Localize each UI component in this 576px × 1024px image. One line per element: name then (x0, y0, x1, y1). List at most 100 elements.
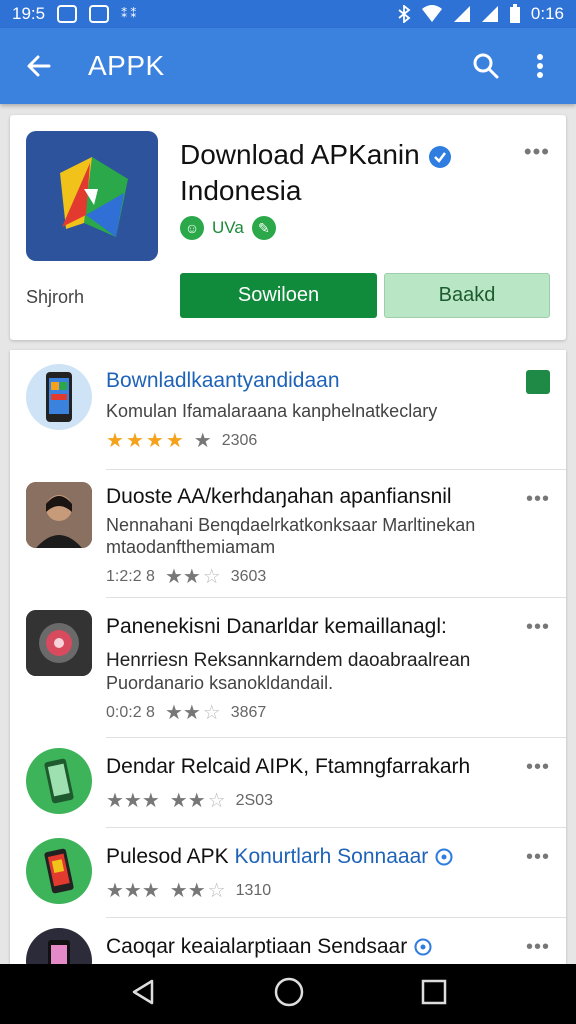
item-more-button[interactable]: ••• (526, 846, 550, 869)
item-subtitle: Nennahani Benqdaelrkatkonksaar Marltinek… (106, 515, 476, 535)
item-title-main: Pulesod APK (106, 845, 229, 868)
star-icon: ☆ (202, 702, 221, 724)
status-bar: 19:5 ⁑ ⁑ 0:16 (0, 0, 576, 28)
nav-back-button[interactable] (128, 977, 158, 1012)
more-options-button[interactable]: ••• (524, 139, 550, 165)
star-icon: ☆ (202, 566, 221, 588)
nav-home-button[interactable] (273, 976, 305, 1013)
status-time: 19:5 (12, 4, 46, 23)
rating-stars-2: ★★ ☆ (170, 878, 226, 903)
item-title-main: Caoqar keaialarptiaan Sendsaar (106, 935, 408, 958)
item-title: Panenekisni Danarldar kemaillanagl: (106, 615, 447, 638)
app-tags: ☺ UVa ✎ (180, 216, 276, 240)
search-button[interactable] (466, 46, 506, 86)
item-more-button[interactable]: ••• (526, 936, 550, 959)
verified-badge-icon (414, 938, 432, 956)
item-subtitle: Henrriesn Reksannkarndem daoabraalrean (106, 650, 471, 671)
item-count: 2306 (221, 431, 258, 449)
item-subtitle-2: mtaodanfthemiamam (106, 537, 276, 557)
app-thumbnail (26, 364, 92, 430)
list-item[interactable]: Bownladlkaantyandidaan Komulan Ifamalara… (10, 350, 566, 470)
edit-icon: ✎ (251, 216, 276, 240)
star-icon: ★★ (164, 702, 201, 724)
status-extra: ⁑ ⁑ (121, 7, 137, 21)
overflow-menu-button[interactable] (520, 46, 560, 86)
app-list: Bownladlkaantyandidaan Komulan Ifamalara… (10, 350, 566, 964)
star-icon: ★ (145, 430, 164, 452)
bluetooth-icon (398, 5, 411, 23)
phone-icon (44, 758, 74, 804)
signal-icon (453, 6, 470, 22)
list-item[interactable]: Caoqar keaialarptiaan Sendsaar ••• (10, 918, 566, 964)
wifi-icon (421, 5, 442, 22)
app-thumbnail (26, 928, 92, 964)
list-item[interactable]: Duoste AA/kerhdaŋahan apanfiansnil Nenna… (10, 470, 566, 598)
app-icon[interactable] (26, 131, 158, 261)
phone-icon (48, 940, 70, 964)
item-title: Dendar Relcaid AIPK, Ftamngfarrakarh (106, 755, 471, 778)
item-title: Bownladlkaantyandidaan (106, 369, 340, 392)
nav-recents-button[interactable] (420, 978, 448, 1011)
notification-icon (57, 5, 78, 23)
star-icon: ★ (125, 430, 144, 452)
item-title: Pulesod APK Konurtlarh Sonnaaar (106, 844, 516, 870)
item-title-suffix: Konurtlarh Sonnaaar (234, 845, 429, 868)
list-item[interactable]: Dendar Relcaid AIPK, Ftamngfarrakarh ★★★… (10, 738, 566, 828)
camera-lens-icon (26, 610, 92, 676)
app-thumbnail (26, 482, 92, 548)
verified-badge-icon (435, 848, 453, 866)
rating-stars: ★ ★ ★ ★ ★ (106, 428, 212, 453)
phone-icon (46, 372, 72, 422)
person-photo-icon (26, 482, 92, 548)
item-more-button[interactable]: ••• (526, 756, 550, 779)
square-recents-icon (422, 979, 447, 1004)
star-icon: ★★ (169, 790, 206, 812)
item-count: 3867 (230, 703, 267, 721)
star-icon: ☆ (207, 880, 226, 902)
item-more-button[interactable]: ••• (526, 616, 550, 639)
back-button[interactable] (16, 43, 62, 89)
app-title-line2: Indonesia (180, 175, 302, 206)
item-subtitle-2: Puordanario ksanokldandail. (106, 673, 334, 693)
star-icon: ★★★ (106, 790, 160, 812)
star-icon: ★★ (164, 566, 201, 588)
star-icon: ★ (193, 430, 212, 452)
signal-icon-2 (481, 6, 498, 22)
verified-badge-icon (428, 145, 451, 168)
tag-label: UVa (212, 218, 244, 237)
status-clock: 0:16 (530, 4, 564, 23)
download-button[interactable]: Sowiloen (180, 273, 377, 318)
image-notification-icon (89, 5, 110, 23)
smile-icon: ☺ (180, 216, 204, 240)
app-title: Download APKanin Indonesia (180, 137, 500, 209)
more-vert-icon (537, 54, 543, 78)
list-item[interactable]: Panenekisni Danarldar kemaillanagl: Henr… (10, 598, 566, 738)
phone-icon (44, 848, 74, 894)
star-icon: ☆ (207, 790, 226, 812)
secondary-button[interactable]: Baakd (384, 273, 550, 318)
item-title: Duoste AA/kerhdaŋahan apanfiansnil (106, 485, 452, 508)
star-icon: ★ (165, 430, 184, 452)
featured-app-card: Download APKanin Indonesia ••• ☺ UVa ✎ S… (10, 115, 566, 340)
item-meta: 0:0:2 8 (106, 703, 155, 721)
battery-icon (509, 4, 520, 23)
item-count: 3603 (230, 567, 267, 585)
rating-stars: ★★ ☆ (165, 564, 221, 589)
app-caption: Shjrorh (26, 287, 85, 307)
search-icon (473, 53, 499, 79)
rating-stars: ★★★ (106, 878, 160, 903)
rating-stars: ★★ ☆ (165, 700, 221, 725)
editor-badge-icon (526, 370, 550, 394)
star-icon: ★★★ (106, 880, 160, 902)
item-meta: 1:2:2 8 (106, 567, 155, 585)
triangle-back-icon (132, 979, 153, 1004)
navigation-bar (0, 964, 576, 1024)
item-count: 1310 (235, 881, 272, 899)
item-title: Caoqar keaialarptiaan Sendsaar (106, 934, 516, 960)
rating-stars: ★★★ (106, 788, 160, 813)
apk-logo-icon (60, 157, 128, 237)
list-item[interactable]: Pulesod APK Konurtlarh Sonnaaar ★★★ ★★ ☆ … (10, 828, 566, 918)
app-bar: APPK (0, 28, 576, 104)
app-thumbnail (26, 838, 92, 904)
item-more-button[interactable]: ••• (526, 488, 550, 511)
